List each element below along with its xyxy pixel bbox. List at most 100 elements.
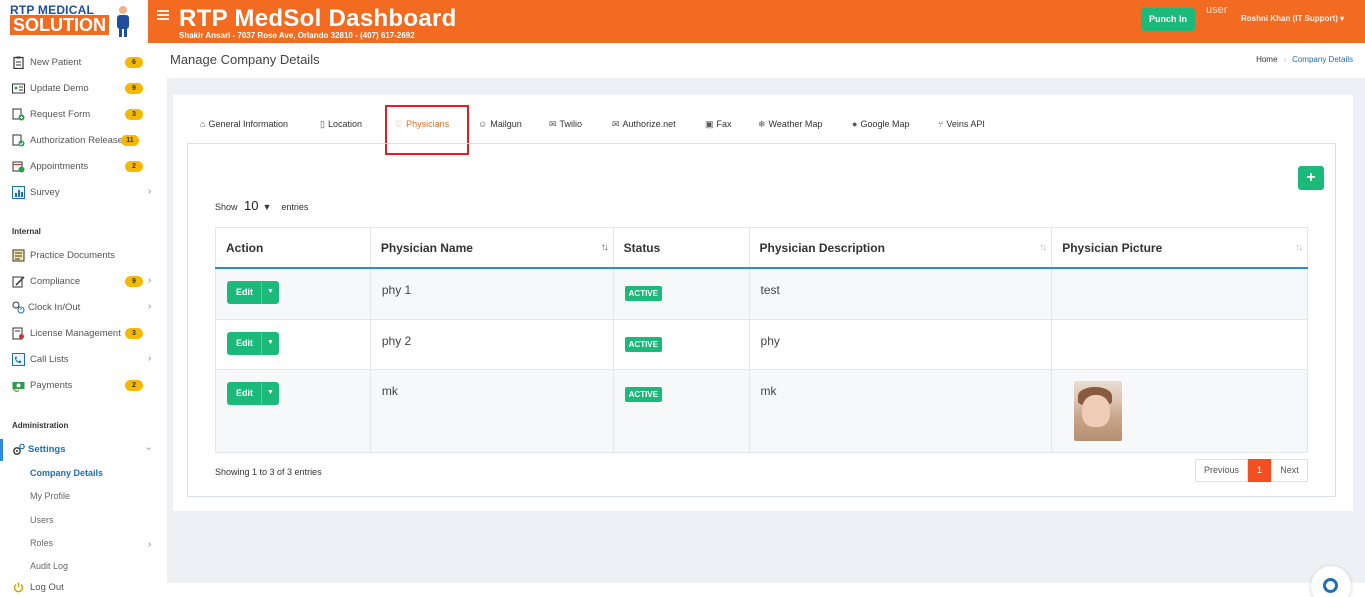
next-page-button[interactable]: Next bbox=[1271, 459, 1308, 482]
lifebuoy-icon bbox=[1323, 578, 1338, 593]
sidebar-item-log-out[interactable]: Log Out bbox=[0, 577, 167, 597]
snowflake-icon: ❄ bbox=[758, 119, 766, 129]
physician-photo bbox=[1074, 381, 1123, 441]
power-icon bbox=[13, 582, 24, 593]
sidebar-subitem-users[interactable]: Users bbox=[30, 515, 54, 525]
physician-description: phy bbox=[748, 319, 1053, 370]
edit-button[interactable]: Edit ▼ bbox=[227, 332, 279, 355]
sidebar-item-label: Compliance bbox=[30, 276, 81, 287]
sidebar-item-request-form[interactable]: Request Form 3 bbox=[0, 104, 167, 126]
sidebar-item-label: New Patient bbox=[30, 57, 82, 68]
sidebar-subitem-audit-log[interactable]: Audit Log bbox=[30, 561, 68, 571]
sidebar-item-label: Log Out bbox=[30, 582, 64, 593]
physician-name: phy 2 bbox=[369, 319, 614, 370]
physician-name: phy 1 bbox=[369, 267, 614, 320]
app-title: RTP MedSol Dashboard bbox=[179, 5, 457, 32]
documents-icon bbox=[12, 249, 25, 262]
sidebar-item-label: Survey bbox=[30, 187, 60, 198]
help-button[interactable] bbox=[1311, 566, 1351, 597]
tab-fax[interactable]: ▣ Fax bbox=[705, 119, 732, 130]
tab-weather-map[interactable]: ❄ Weather Map bbox=[758, 119, 822, 130]
table-row: Edit ▼ phy 2 ACTIVE phy bbox=[215, 319, 1308, 370]
edit-button[interactable]: Edit ▼ bbox=[227, 382, 279, 405]
sidebar-item-label: License Management bbox=[30, 328, 121, 339]
sidebar-item-payments[interactable]: Payments 2 bbox=[0, 375, 167, 397]
caret-down-icon[interactable]: ▼ bbox=[261, 280, 279, 304]
count-badge: 2 bbox=[125, 161, 143, 172]
chevron-right-icon: › bbox=[148, 186, 152, 197]
envelope-icon: ✉ bbox=[549, 119, 557, 129]
column-header-physician-name[interactable]: Physician Name ↑↓ bbox=[369, 227, 614, 269]
page-1-button[interactable]: 1 bbox=[1248, 459, 1271, 482]
sidebar-item-label: Clock In/Out bbox=[28, 302, 81, 313]
user-avatar-broken-icon: user bbox=[1206, 4, 1228, 16]
column-header-physician-description[interactable]: Physician Description ↑↓ bbox=[748, 227, 1053, 269]
menu-toggle-icon[interactable] bbox=[157, 10, 169, 20]
caret-down-icon[interactable]: ▼ bbox=[261, 332, 279, 355]
previous-page-button[interactable]: Previous bbox=[1195, 459, 1248, 482]
company-details-card: ⌂ General Information ▯ Location ♡ Physicia… bbox=[173, 95, 1353, 511]
caret-down-icon[interactable]: ▼ bbox=[261, 382, 279, 405]
sidebar-item-label: Authorization Release bbox=[30, 135, 123, 146]
map-icon: ▯ bbox=[320, 119, 325, 129]
sidebar-item-label: Call Lists bbox=[30, 354, 69, 365]
chevron-down-icon: › bbox=[143, 446, 155, 451]
sidebar: New Patient 6 Update Demo 9 Request Form… bbox=[0, 43, 167, 597]
doctor-figure-icon bbox=[117, 6, 129, 37]
tab-authorize-net[interactable]: ✉ Authorize.net bbox=[612, 119, 676, 130]
id-card-icon bbox=[12, 83, 25, 94]
sidebar-item-survey[interactable]: Survey › bbox=[0, 182, 167, 204]
chevron-down-icon[interactable]: ▼ bbox=[263, 202, 272, 212]
tab-mailgun[interactable]: ☺ Mailgun bbox=[478, 119, 522, 129]
sidebar-subitem-company-details[interactable]: Company Details bbox=[30, 468, 103, 478]
sidebar-subitem-my-profile[interactable]: My Profile bbox=[30, 491, 70, 501]
sidebar-item-authorization-release[interactable]: Authorization Release 11 bbox=[0, 130, 167, 152]
logo-text-line2: SOLUTION bbox=[10, 15, 109, 35]
breadcrumb-home-link[interactable]: Home bbox=[1256, 55, 1277, 64]
status-badge: ACTIVE bbox=[624, 337, 662, 352]
sidebar-subitem-roles[interactable]: Roles bbox=[30, 538, 53, 548]
physician-picture-cell bbox=[1051, 369, 1308, 453]
sidebar-item-update-demo[interactable]: Update Demo 9 bbox=[0, 78, 167, 100]
tab-veins-api[interactable]: ⑂ Veins API bbox=[938, 119, 985, 129]
sidebar-item-call-lists[interactable]: Call Lists › bbox=[0, 349, 167, 371]
logo[interactable]: RTP MEDICAL SOLUTION bbox=[0, 0, 148, 43]
sidebar-item-clock-in-out[interactable]: Clock In/Out › bbox=[0, 297, 167, 319]
tab-location[interactable]: ▯ Location bbox=[320, 119, 362, 130]
sidebar-item-new-patient[interactable]: New Patient 6 bbox=[0, 52, 167, 74]
sidebar-item-compliance[interactable]: Compliance 9 › bbox=[0, 271, 167, 293]
sidebar-item-label: Practice Documents bbox=[30, 250, 116, 261]
physician-name: mk bbox=[369, 369, 614, 453]
page-title: Manage Company Details bbox=[170, 52, 320, 67]
tab-google-map[interactable]: ● Google Map bbox=[852, 119, 909, 129]
table-row: Edit ▼ mk ACTIVE mk bbox=[215, 369, 1308, 453]
sidebar-item-license-management[interactable]: License Management 3 bbox=[0, 323, 167, 345]
map-pin-icon: ● bbox=[852, 119, 858, 129]
app-subtitle: Shakir Ansari - 7037 Rose Ave, Orlando 3… bbox=[179, 31, 415, 40]
form-add-icon bbox=[12, 108, 25, 121]
entries-select[interactable]: 10 bbox=[244, 198, 258, 213]
tab-general-information[interactable]: ⌂ General Information bbox=[200, 119, 288, 129]
top-header: RTP MEDICAL SOLUTION RTP MedSol Dashboar… bbox=[0, 0, 1365, 43]
physicians-panel: + Show 10 ▼ entries Action Physician Name ↑… bbox=[187, 143, 1336, 497]
calendar-add-icon bbox=[12, 161, 25, 173]
sidebar-item-practice-documents[interactable]: Practice Documents bbox=[0, 245, 167, 267]
call-list-icon bbox=[12, 353, 25, 366]
tab-twilio[interactable]: ✉ Twilio bbox=[549, 119, 582, 130]
count-badge: 2 bbox=[125, 380, 143, 391]
tab-physicians[interactable]: ♡ Physicians bbox=[395, 119, 449, 130]
physician-picture-cell bbox=[1051, 319, 1308, 370]
section-title-administration: Administration bbox=[12, 421, 69, 430]
column-header-action: Action bbox=[215, 227, 371, 269]
add-physician-button[interactable]: + bbox=[1298, 166, 1324, 190]
count-badge: 11 bbox=[121, 135, 139, 146]
sidebar-item-label: Payments bbox=[30, 380, 73, 391]
edit-button[interactable]: Edit ▼ bbox=[227, 280, 279, 304]
sidebar-item-settings[interactable]: Settings › bbox=[0, 439, 167, 461]
sidebar-item-appointments[interactable]: Appointments 2 bbox=[0, 156, 167, 178]
column-header-physician-picture[interactable]: Physician Picture ↑↓ bbox=[1051, 227, 1308, 269]
physician-description: test bbox=[748, 267, 1053, 320]
punch-in-button[interactable]: Punch In bbox=[1141, 8, 1195, 31]
sort-icon: ↑↓ bbox=[1295, 242, 1303, 253]
column-header-status: Status bbox=[612, 227, 750, 269]
